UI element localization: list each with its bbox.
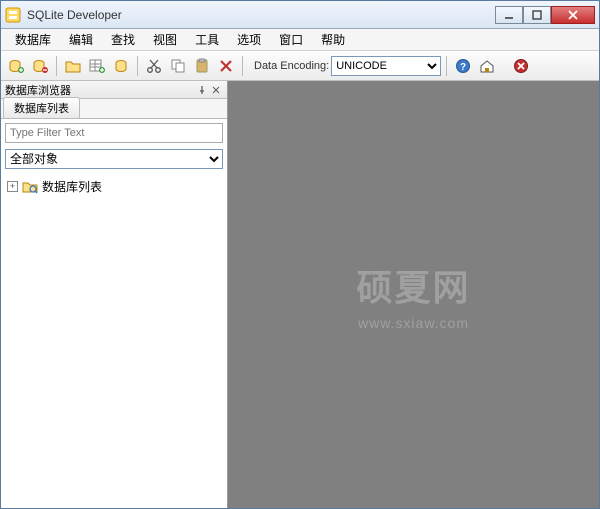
- watermark-url: www.sxiaw.com: [356, 315, 470, 331]
- encoding-label: Data Encoding:: [254, 60, 329, 72]
- menu-tools[interactable]: 工具: [187, 29, 227, 50]
- menu-view[interactable]: 视图: [145, 29, 185, 50]
- toolbar-separator: [137, 56, 138, 76]
- minimize-button[interactable]: [495, 6, 523, 24]
- app-icon: [5, 7, 21, 23]
- app-window: SQLite Developer 数据库 编辑 查找 视图 工具 选项 窗口 帮…: [0, 0, 600, 509]
- filter-input[interactable]: [5, 123, 223, 143]
- menu-database[interactable]: 数据库: [7, 29, 59, 50]
- window-buttons: [495, 6, 595, 24]
- stop-button[interactable]: [510, 55, 532, 77]
- tree-root-label: 数据库列表: [42, 178, 102, 195]
- menu-edit[interactable]: 编辑: [61, 29, 101, 50]
- scope-select[interactable]: 全部对象: [5, 149, 223, 169]
- svg-text:?: ?: [460, 62, 466, 73]
- new-table-button[interactable]: [86, 55, 108, 77]
- menu-search[interactable]: 查找: [103, 29, 143, 50]
- new-db-button[interactable]: [5, 55, 27, 77]
- delete-button[interactable]: [215, 55, 237, 77]
- folder-search-icon: [22, 179, 38, 195]
- maximize-button[interactable]: [523, 6, 551, 24]
- toolbar-separator: [242, 56, 243, 76]
- main-area: 硕夏网 www.sxiaw.com: [228, 81, 599, 508]
- home-button[interactable]: [476, 55, 498, 77]
- expand-icon[interactable]: +: [7, 181, 18, 192]
- panel-title-text: 数据库浏览器: [5, 82, 71, 98]
- help-button[interactable]: ?: [452, 55, 474, 77]
- remove-db-button[interactable]: [29, 55, 51, 77]
- watermark-title: 硕夏网: [356, 259, 470, 311]
- toolbar-separator: [56, 56, 57, 76]
- toolbar: Data Encoding: UNICODE ?: [1, 51, 599, 81]
- tab-db-list[interactable]: 数据库列表: [3, 97, 80, 118]
- watermark: 硕夏网 www.sxiaw.com: [356, 259, 470, 331]
- filter-box: [5, 123, 223, 143]
- close-button[interactable]: [551, 6, 595, 24]
- sidebar-panel: 数据库浏览器 数据库列表 全部对象 + 数据库列表: [1, 81, 228, 508]
- menu-window[interactable]: 窗口: [271, 29, 311, 50]
- pin-icon[interactable]: [195, 83, 209, 97]
- scope-row: 全部对象: [5, 149, 223, 169]
- content-area: 数据库浏览器 数据库列表 全部对象 + 数据库列表: [1, 81, 599, 508]
- paste-button[interactable]: [191, 55, 213, 77]
- menu-help[interactable]: 帮助: [313, 29, 353, 50]
- tree-view[interactable]: + 数据库列表: [1, 173, 227, 508]
- titlebar: SQLite Developer: [1, 1, 599, 29]
- menu-options[interactable]: 选项: [229, 29, 269, 50]
- encoding-select[interactable]: UNICODE: [331, 56, 441, 76]
- cut-button[interactable]: [143, 55, 165, 77]
- menubar: 数据库 编辑 查找 视图 工具 选项 窗口 帮助: [1, 29, 599, 51]
- db-settings-button[interactable]: [110, 55, 132, 77]
- copy-button[interactable]: [167, 55, 189, 77]
- toolbar-separator: [446, 56, 447, 76]
- panel-close-icon[interactable]: [209, 83, 223, 97]
- open-folder-button[interactable]: [62, 55, 84, 77]
- sidebar-tabs: 数据库列表: [1, 99, 227, 119]
- window-title: SQLite Developer: [27, 8, 495, 22]
- tree-root-item[interactable]: + 数据库列表: [7, 177, 221, 196]
